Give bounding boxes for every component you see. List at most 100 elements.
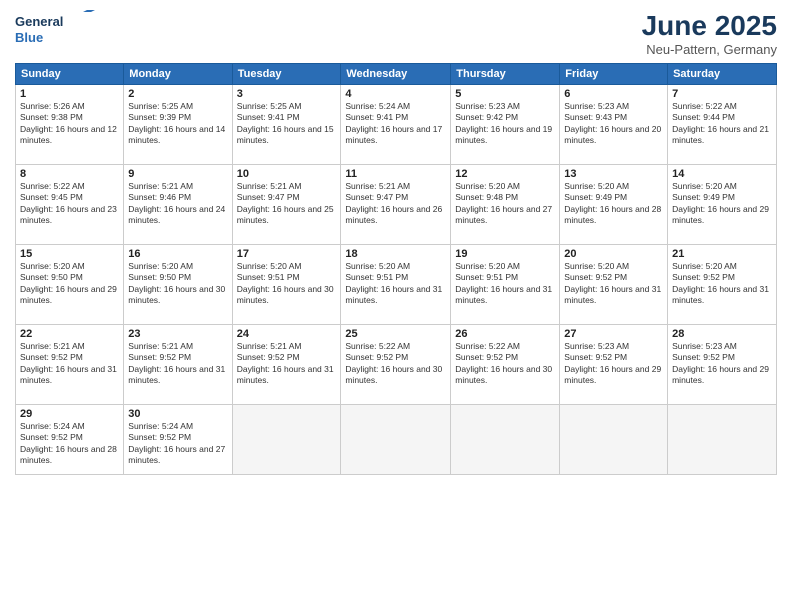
day-info: Sunrise: 5:20 AMSunset: 9:49 PMDaylight:… bbox=[672, 181, 769, 225]
day-number: 15 bbox=[20, 248, 119, 260]
calendar-header-row: Sunday Monday Tuesday Wednesday Thursday… bbox=[16, 64, 777, 85]
day-number: 21 bbox=[672, 248, 772, 260]
day-info: Sunrise: 5:21 AMSunset: 9:52 PMDaylight:… bbox=[20, 341, 117, 385]
day-number: 13 bbox=[564, 168, 663, 180]
day-info: Sunrise: 5:23 AMSunset: 9:43 PMDaylight:… bbox=[564, 101, 661, 145]
col-monday: Monday bbox=[124, 64, 232, 85]
day-number: 14 bbox=[672, 168, 772, 180]
calendar-cell bbox=[560, 405, 668, 475]
calendar-cell: 22 Sunrise: 5:21 AMSunset: 9:52 PMDaylig… bbox=[16, 325, 124, 405]
calendar-cell: 28 Sunrise: 5:23 AMSunset: 9:52 PMDaylig… bbox=[668, 325, 777, 405]
day-info: Sunrise: 5:22 AMSunset: 9:45 PMDaylight:… bbox=[20, 181, 117, 225]
page: General Blue June 2025 Neu-Pattern, Germ… bbox=[0, 0, 792, 612]
col-wednesday: Wednesday bbox=[341, 64, 451, 85]
calendar-cell: 5 Sunrise: 5:23 AMSunset: 9:42 PMDayligh… bbox=[451, 85, 560, 165]
calendar-week-row: 15 Sunrise: 5:20 AMSunset: 9:50 PMDaylig… bbox=[16, 245, 777, 325]
calendar-cell: 23 Sunrise: 5:21 AMSunset: 9:52 PMDaylig… bbox=[124, 325, 232, 405]
day-number: 17 bbox=[237, 248, 337, 260]
calendar-cell: 14 Sunrise: 5:20 AMSunset: 9:49 PMDaylig… bbox=[668, 165, 777, 245]
day-info: Sunrise: 5:24 AMSunset: 9:41 PMDaylight:… bbox=[345, 101, 442, 145]
day-info: Sunrise: 5:20 AMSunset: 9:51 PMDaylight:… bbox=[455, 261, 552, 305]
calendar-cell: 24 Sunrise: 5:21 AMSunset: 9:52 PMDaylig… bbox=[232, 325, 341, 405]
day-info: Sunrise: 5:21 AMSunset: 9:46 PMDaylight:… bbox=[128, 181, 225, 225]
day-info: Sunrise: 5:25 AMSunset: 9:39 PMDaylight:… bbox=[128, 101, 225, 145]
title-block: June 2025 Neu-Pattern, Germany bbox=[642, 10, 777, 57]
day-info: Sunrise: 5:20 AMSunset: 9:51 PMDaylight:… bbox=[237, 261, 334, 305]
day-number: 1 bbox=[20, 88, 119, 100]
calendar-cell: 29 Sunrise: 5:24 AMSunset: 9:52 PMDaylig… bbox=[16, 405, 124, 475]
day-info: Sunrise: 5:20 AMSunset: 9:50 PMDaylight:… bbox=[128, 261, 225, 305]
day-number: 25 bbox=[345, 328, 446, 340]
calendar-cell: 12 Sunrise: 5:20 AMSunset: 9:48 PMDaylig… bbox=[451, 165, 560, 245]
day-number: 9 bbox=[128, 168, 227, 180]
day-info: Sunrise: 5:20 AMSunset: 9:52 PMDaylight:… bbox=[564, 261, 661, 305]
calendar-cell: 13 Sunrise: 5:20 AMSunset: 9:49 PMDaylig… bbox=[560, 165, 668, 245]
calendar-table: Sunday Monday Tuesday Wednesday Thursday… bbox=[15, 63, 777, 475]
day-number: 10 bbox=[237, 168, 337, 180]
main-title: June 2025 bbox=[642, 10, 777, 42]
col-friday: Friday bbox=[560, 64, 668, 85]
calendar-cell: 19 Sunrise: 5:20 AMSunset: 9:51 PMDaylig… bbox=[451, 245, 560, 325]
day-info: Sunrise: 5:21 AMSunset: 9:47 PMDaylight:… bbox=[345, 181, 442, 225]
day-info: Sunrise: 5:23 AMSunset: 9:52 PMDaylight:… bbox=[672, 341, 769, 385]
day-number: 20 bbox=[564, 248, 663, 260]
day-number: 7 bbox=[672, 88, 772, 100]
day-info: Sunrise: 5:20 AMSunset: 9:52 PMDaylight:… bbox=[672, 261, 769, 305]
day-number: 4 bbox=[345, 88, 446, 100]
calendar-cell: 26 Sunrise: 5:22 AMSunset: 9:52 PMDaylig… bbox=[451, 325, 560, 405]
day-number: 3 bbox=[237, 88, 337, 100]
day-info: Sunrise: 5:20 AMSunset: 9:51 PMDaylight:… bbox=[345, 261, 442, 305]
col-thursday: Thursday bbox=[451, 64, 560, 85]
calendar-cell: 11 Sunrise: 5:21 AMSunset: 9:47 PMDaylig… bbox=[341, 165, 451, 245]
calendar-cell bbox=[451, 405, 560, 475]
day-number: 5 bbox=[455, 88, 555, 100]
day-info: Sunrise: 5:21 AMSunset: 9:47 PMDaylight:… bbox=[237, 181, 334, 225]
day-number: 30 bbox=[128, 408, 227, 420]
calendar-cell: 10 Sunrise: 5:21 AMSunset: 9:47 PMDaylig… bbox=[232, 165, 341, 245]
day-number: 16 bbox=[128, 248, 227, 260]
calendar-cell: 15 Sunrise: 5:20 AMSunset: 9:50 PMDaylig… bbox=[16, 245, 124, 325]
day-info: Sunrise: 5:25 AMSunset: 9:41 PMDaylight:… bbox=[237, 101, 334, 145]
day-info: Sunrise: 5:26 AMSunset: 9:38 PMDaylight:… bbox=[20, 101, 117, 145]
day-info: Sunrise: 5:20 AMSunset: 9:49 PMDaylight:… bbox=[564, 181, 661, 225]
header: General Blue June 2025 Neu-Pattern, Germ… bbox=[15, 10, 777, 57]
day-info: Sunrise: 5:22 AMSunset: 9:44 PMDaylight:… bbox=[672, 101, 769, 145]
calendar-cell: 17 Sunrise: 5:20 AMSunset: 9:51 PMDaylig… bbox=[232, 245, 341, 325]
calendar-cell: 8 Sunrise: 5:22 AMSunset: 9:45 PMDayligh… bbox=[16, 165, 124, 245]
subtitle: Neu-Pattern, Germany bbox=[642, 42, 777, 57]
day-number: 19 bbox=[455, 248, 555, 260]
calendar-cell: 1 Sunrise: 5:26 AMSunset: 9:38 PMDayligh… bbox=[16, 85, 124, 165]
day-number: 2 bbox=[128, 88, 227, 100]
day-info: Sunrise: 5:20 AMSunset: 9:48 PMDaylight:… bbox=[455, 181, 552, 225]
logo-svg: General Blue bbox=[15, 10, 95, 50]
day-info: Sunrise: 5:23 AMSunset: 9:52 PMDaylight:… bbox=[564, 341, 661, 385]
day-info: Sunrise: 5:22 AMSunset: 9:52 PMDaylight:… bbox=[345, 341, 442, 385]
col-saturday: Saturday bbox=[668, 64, 777, 85]
calendar-week-row: 29 Sunrise: 5:24 AMSunset: 9:52 PMDaylig… bbox=[16, 405, 777, 475]
day-number: 22 bbox=[20, 328, 119, 340]
col-tuesday: Tuesday bbox=[232, 64, 341, 85]
col-sunday: Sunday bbox=[16, 64, 124, 85]
day-info: Sunrise: 5:24 AMSunset: 9:52 PMDaylight:… bbox=[20, 421, 117, 465]
svg-text:General: General bbox=[15, 14, 63, 29]
day-number: 23 bbox=[128, 328, 227, 340]
calendar-week-row: 8 Sunrise: 5:22 AMSunset: 9:45 PMDayligh… bbox=[16, 165, 777, 245]
logo: General Blue bbox=[15, 10, 95, 50]
day-number: 6 bbox=[564, 88, 663, 100]
day-info: Sunrise: 5:21 AMSunset: 9:52 PMDaylight:… bbox=[128, 341, 225, 385]
day-number: 18 bbox=[345, 248, 446, 260]
day-number: 8 bbox=[20, 168, 119, 180]
calendar-cell: 21 Sunrise: 5:20 AMSunset: 9:52 PMDaylig… bbox=[668, 245, 777, 325]
calendar-cell bbox=[341, 405, 451, 475]
day-number: 27 bbox=[564, 328, 663, 340]
calendar-cell: 30 Sunrise: 5:24 AMSunset: 9:52 PMDaylig… bbox=[124, 405, 232, 475]
day-info: Sunrise: 5:21 AMSunset: 9:52 PMDaylight:… bbox=[237, 341, 334, 385]
calendar-week-row: 1 Sunrise: 5:26 AMSunset: 9:38 PMDayligh… bbox=[16, 85, 777, 165]
calendar-cell: 3 Sunrise: 5:25 AMSunset: 9:41 PMDayligh… bbox=[232, 85, 341, 165]
calendar-cell: 9 Sunrise: 5:21 AMSunset: 9:46 PMDayligh… bbox=[124, 165, 232, 245]
calendar-cell: 20 Sunrise: 5:20 AMSunset: 9:52 PMDaylig… bbox=[560, 245, 668, 325]
calendar-cell: 27 Sunrise: 5:23 AMSunset: 9:52 PMDaylig… bbox=[560, 325, 668, 405]
calendar-week-row: 22 Sunrise: 5:21 AMSunset: 9:52 PMDaylig… bbox=[16, 325, 777, 405]
day-info: Sunrise: 5:20 AMSunset: 9:50 PMDaylight:… bbox=[20, 261, 117, 305]
day-number: 24 bbox=[237, 328, 337, 340]
